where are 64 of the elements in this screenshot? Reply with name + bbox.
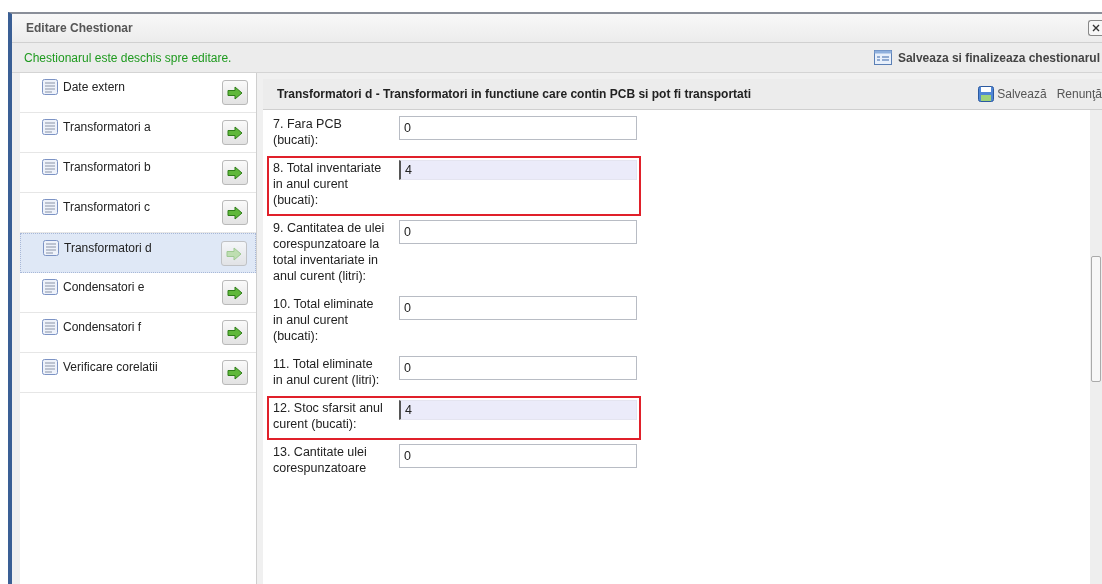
input-field[interactable]: 0 <box>399 116 637 140</box>
sidebar-item[interactable]: Transformatori d <box>20 233 256 273</box>
document-icon <box>42 199 58 215</box>
panel-title: Transformatori d - Transformatori in functiune care contin PCB si pot fi transportati <box>277 87 753 101</box>
input-field[interactable]: 0 <box>399 444 637 468</box>
sidebar-item-label: Transformatori a <box>63 120 152 134</box>
arrow-right-icon <box>227 85 243 100</box>
document-icon <box>42 159 58 175</box>
finalize-button[interactable]: Salveaza si finalizeaza chestionarul <box>873 50 1102 65</box>
arrow-right-icon <box>227 125 243 140</box>
input-field[interactable]: 0 <box>399 356 637 380</box>
sidebar-item[interactable]: Transformatori b <box>20 153 256 193</box>
input-field[interactable]: 0 <box>399 220 637 244</box>
input-field[interactable]: 4 <box>399 160 637 180</box>
form-icon <box>873 50 892 65</box>
sidebar-item-label: Verificare corelatii <box>63 360 159 374</box>
document-icon <box>42 279 58 295</box>
sidebar-item[interactable]: Date extern <box>20 73 256 113</box>
document-icon <box>42 79 58 95</box>
sidebar-item-label: Condensatori e <box>63 280 146 294</box>
field-label: 12. Stoc sfarsit anul curent (bucati): <box>273 400 384 432</box>
arrow-right-icon <box>227 325 243 340</box>
close-button[interactable] <box>1088 20 1102 36</box>
go-button[interactable] <box>222 360 248 385</box>
window-title: Editare Chestionar <box>26 21 133 35</box>
field-label: 13. Cantitate ulei corespunzatoare <box>273 444 368 476</box>
field-label: 11. Total eliminate in anul curent (litri): <box>273 356 381 388</box>
arrow-right-icon <box>227 165 243 180</box>
arrow-right-icon <box>227 285 243 300</box>
scrollbar-thumb[interactable] <box>1091 256 1101 382</box>
arrow-right-icon <box>226 246 242 261</box>
document-icon <box>42 359 58 375</box>
go-button[interactable] <box>222 120 248 145</box>
scrollbar[interactable] <box>1090 110 1102 584</box>
save-button[interactable]: Salvează <box>978 86 1047 102</box>
sidebar-item[interactable]: Condensatori f <box>20 313 256 353</box>
field-label: 10. Total eliminate in anul curent (bucati): <box>273 296 375 344</box>
input-field[interactable]: 0 <box>399 296 637 320</box>
document-icon <box>43 240 59 256</box>
arrow-right-icon <box>227 205 243 220</box>
input-field[interactable]: 4 <box>399 400 637 420</box>
sidebar-item[interactable]: Condensatori e <box>20 273 256 313</box>
go-button[interactable] <box>222 280 248 305</box>
go-button[interactable] <box>222 160 248 185</box>
sidebar-item-label: Date extern <box>63 80 127 94</box>
sidebar-item-label: Transformatori c <box>63 200 151 214</box>
sidebar-item[interactable]: Verificare corelatii <box>20 353 256 393</box>
save-icon <box>978 86 995 102</box>
status-message: Chestionarul este deschis spre editare. <box>24 50 232 65</box>
go-button[interactable] <box>222 320 248 345</box>
sidebar-item-label: Transformatori d <box>64 241 153 255</box>
sidebar-item-label: Condensatori f <box>63 320 143 334</box>
close-icon <box>1091 24 1100 32</box>
cancel-button[interactable]: Renunţă <box>1056 87 1102 101</box>
go-button[interactable] <box>222 80 248 105</box>
document-icon <box>42 319 58 335</box>
field-label: 7. Fara PCB (bucati): <box>273 116 343 148</box>
field-label: 8. Total inventariate in anul curent (bucati): <box>273 160 383 208</box>
sidebar-item-label: Transformatori b <box>63 160 152 174</box>
arrow-right-icon <box>227 365 243 380</box>
sidebar-item[interactable]: Transformatori a <box>20 113 256 153</box>
go-button[interactable] <box>222 200 248 225</box>
field-label: 9. Cantitatea de ulei corespunzatoare la total inventariate in anul curent (litri): <box>273 220 385 284</box>
document-icon <box>42 119 58 135</box>
